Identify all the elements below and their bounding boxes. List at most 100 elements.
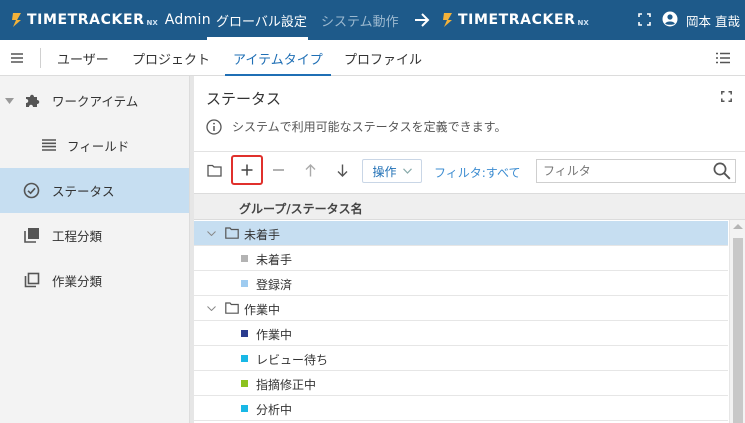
- tab-profiles[interactable]: プロファイル: [344, 40, 422, 76]
- top-nav-label: システム動作: [321, 14, 399, 30]
- layers-icon: [24, 228, 39, 243]
- description-text: システムで利用可能なステータスを定義できます。: [232, 120, 507, 134]
- logo-mark-icon: [443, 13, 452, 27]
- tab-label: プロジェクト: [132, 52, 211, 68]
- status-name: 指摘修正中: [256, 378, 317, 392]
- scrollbar-thumb[interactable]: [733, 238, 743, 423]
- expand-icon[interactable]: [721, 91, 732, 102]
- tab-users[interactable]: ユーザー: [57, 40, 109, 76]
- table-row[interactable]: 分析中: [194, 396, 728, 421]
- highlight-box: [231, 155, 263, 185]
- filter-status-link[interactable]: フィルタ:すべて: [434, 164, 520, 181]
- app-logo: TIMETRACKER NX Admin: [10, 0, 211, 40]
- top-nav-label: グローバル設定: [216, 14, 307, 30]
- chevron-down-icon[interactable]: [207, 306, 216, 311]
- sidebar-item-process-category[interactable]: 工程分類: [0, 213, 189, 258]
- list-icon: [42, 139, 56, 151]
- arrow-down-icon: [337, 164, 347, 177]
- status-name: 作業中: [256, 328, 293, 342]
- column-header-label: グループ/ステータス名: [239, 202, 363, 216]
- move-up-button[interactable]: [296, 156, 324, 184]
- search-icon[interactable]: [713, 162, 731, 180]
- check-circle-icon: [23, 182, 40, 199]
- folder-icon: [225, 227, 239, 239]
- status-color-swatch: [241, 355, 248, 362]
- tab-label: ユーザー: [57, 52, 109, 68]
- sidebar-item-work-category[interactable]: 作業分類: [0, 258, 189, 303]
- table-row[interactable]: 指摘修正中: [194, 371, 728, 396]
- folder-icon: [225, 302, 239, 314]
- divider: [194, 151, 745, 152]
- status-name: 登録済: [256, 278, 293, 292]
- hamburger-menu-icon[interactable]: [10, 51, 24, 65]
- folder-icon: [206, 164, 222, 177]
- copy-icon: [24, 272, 40, 288]
- user-avatar-icon[interactable]: [662, 11, 678, 27]
- user-name: 岡本 直哉: [686, 13, 740, 29]
- top-nav-global-settings[interactable]: グローバル設定: [216, 0, 307, 40]
- arrow-right-icon[interactable]: [412, 10, 432, 30]
- page-title: ステータス: [206, 90, 282, 108]
- table-row-group[interactable]: 未着手: [194, 221, 728, 246]
- timetracker-link[interactable]: TIMETRACKER NX: [441, 0, 589, 40]
- user-menu[interactable]: 岡本 直哉: [686, 0, 740, 40]
- chevron-down-icon[interactable]: [207, 231, 216, 236]
- sidebar-item-label: ステータス: [52, 184, 115, 199]
- status-color-swatch: [241, 330, 248, 337]
- status-color-swatch: [241, 280, 248, 287]
- new-group-button[interactable]: [200, 156, 228, 184]
- top-header: TIMETRACKER NX Admin グローバル設定 システム動作 TIME…: [0, 0, 745, 40]
- minus-icon: [272, 169, 284, 171]
- table-row[interactable]: 登録済: [194, 271, 728, 296]
- filter-input[interactable]: [536, 159, 736, 183]
- sidebar-item-label: ワークアイテム: [52, 94, 139, 109]
- scroll-up-arrow-icon[interactable]: [733, 224, 743, 229]
- sidebar: ワークアイテム フィールド ステータス 工程分類 作業分類: [0, 76, 190, 423]
- group-name: 作業中: [244, 303, 281, 317]
- brand-name: TIMETRACKER: [27, 12, 145, 28]
- main-content: ステータス システムで利用可能なステータスを定義できます。 操作 フィルタ:すべ…: [194, 76, 745, 423]
- move-down-button[interactable]: [328, 156, 356, 184]
- operation-label: 操作: [372, 164, 397, 179]
- sidebar-item-fields[interactable]: フィールド: [0, 123, 189, 168]
- status-name: レビュー待ち: [256, 353, 329, 367]
- table-row-group[interactable]: 作業中: [194, 296, 728, 321]
- sidebar-item-label: フィールド: [67, 139, 130, 154]
- arrow-up-icon: [305, 163, 315, 176]
- group-name: 未着手: [244, 228, 281, 242]
- table-scrollbar[interactable]: [729, 220, 745, 423]
- sidebar-item-work-item[interactable]: ワークアイテム: [0, 78, 189, 123]
- table-row[interactable]: 未着手: [194, 246, 728, 271]
- tab-label: プロファイル: [344, 52, 423, 68]
- tab-item-types[interactable]: アイテムタイプ: [225, 40, 331, 77]
- table-row[interactable]: レビュー待ち: [194, 346, 728, 371]
- status-name: 未着手: [256, 253, 293, 267]
- tab-label: アイテムタイプ: [233, 52, 323, 68]
- operation-dropdown[interactable]: 操作: [362, 159, 422, 183]
- list-menu-icon[interactable]: [716, 52, 730, 64]
- divider: [40, 48, 41, 68]
- brand-name: TIMETRACKER: [458, 12, 576, 28]
- top-nav-system-behavior[interactable]: システム動作: [321, 0, 399, 40]
- puzzle-icon: [26, 94, 40, 107]
- status-color-swatch: [241, 255, 248, 262]
- tab-projects[interactable]: プロジェクト: [132, 40, 210, 76]
- sidebar-item-label: 工程分類: [52, 229, 103, 244]
- sub-nav-bar: ユーザー プロジェクト アイテムタイプ プロファイル: [0, 40, 745, 77]
- chevron-down-icon: [402, 168, 412, 174]
- admin-label: Admin: [164, 12, 211, 28]
- fullscreen-icon[interactable]: [638, 13, 651, 26]
- status-color-swatch: [241, 380, 248, 387]
- logo-mark-icon: [12, 13, 21, 27]
- collapse-caret-icon[interactable]: [5, 98, 14, 104]
- status-color-swatch: [241, 405, 248, 412]
- remove-button[interactable]: [264, 156, 292, 184]
- status-name: 分析中: [256, 403, 293, 417]
- description: システムで利用可能なステータスを定義できます。: [206, 118, 506, 135]
- sidebar-item-status[interactable]: ステータス: [0, 168, 189, 213]
- table-header: グループ/ステータス名: [194, 193, 745, 220]
- table-row[interactable]: 作業中: [194, 321, 728, 346]
- sidebar-item-label: 作業分類: [52, 274, 103, 289]
- brand-suffix: NX: [146, 19, 158, 27]
- info-icon: [206, 118, 222, 135]
